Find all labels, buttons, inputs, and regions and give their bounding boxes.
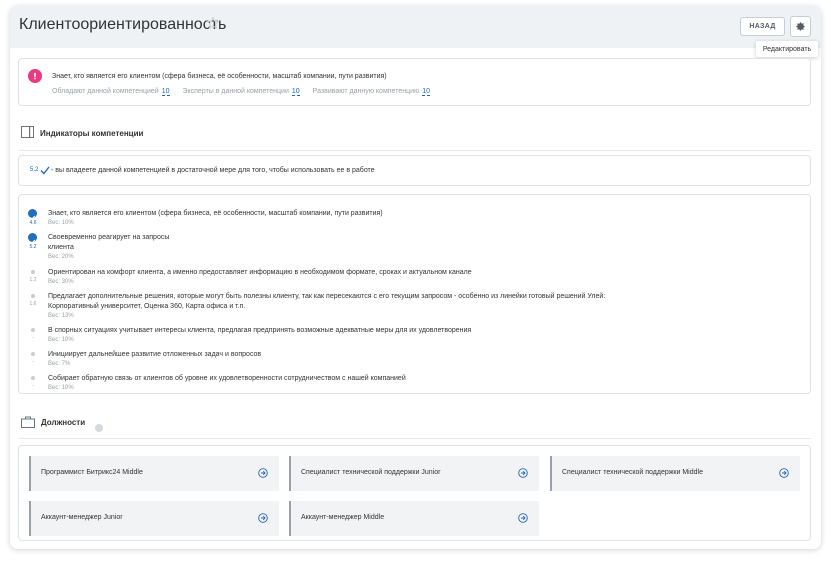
stat-label: Обладают данной компетенцией <box>52 88 159 95</box>
arrow-right-circle-icon[interactable] <box>779 468 789 478</box>
indicator-score: 1.2 <box>29 277 37 283</box>
position-card[interactable]: Специалист технической поддержки Middle <box>550 456 800 491</box>
indicator-text: Предлагает дополнительные решения, котор… <box>48 293 606 310</box>
competence-title: Знает, кто является его клиентом (сфера … <box>52 73 387 80</box>
bullet-icon <box>31 270 35 274</box>
competence-stats: Обладают данной компетенцией 10 Эксперты … <box>52 88 441 96</box>
level-summary: 5.2 - вы владеете данной компетенцией в … <box>18 155 811 186</box>
position-label: Аккаунт-менеджер Middle <box>301 514 385 521</box>
position-card[interactable]: Программист Битрикс24 Middle <box>29 456 279 491</box>
divider <box>19 150 811 151</box>
indicator-text: Инициирует дальнейшее развитие отложенны… <box>48 351 262 358</box>
settings-button[interactable] <box>790 16 811 37</box>
page-title: Клиентоориентированность <box>19 16 227 33</box>
indicator-weight: Вес: 10% <box>48 220 74 226</box>
level-value: 5.2 <box>30 167 39 173</box>
arrow-right-circle-icon[interactable] <box>518 468 528 478</box>
divider <box>19 438 811 439</box>
stat-experts: Эксперты в данной компетенции 10 <box>182 88 300 96</box>
arrow-right-circle-icon[interactable] <box>258 513 268 523</box>
position-card[interactable]: Аккаунт-менеджер Middle <box>289 501 539 536</box>
page-header: Клиентоориентированность НАЗАД <box>10 6 821 48</box>
indicator-weight: Вес: 10% <box>48 385 74 391</box>
arrow-right-circle-icon[interactable] <box>258 468 268 478</box>
star-icon[interactable] <box>206 16 220 30</box>
edit-tooltip: Редактировать <box>756 41 818 57</box>
book-icon <box>21 126 34 138</box>
indicator-score: - <box>32 383 34 389</box>
indicator-text: Знает, кто является его клиентом (сфера … <box>48 210 383 217</box>
position-label: Специалист технической поддержки Middle <box>562 469 703 476</box>
indicators-heading: Индикаторы компетенции <box>40 129 144 138</box>
competence-badge-icon <box>28 69 42 83</box>
exclamation-icon <box>34 72 36 80</box>
position-label: Программист Битрикс24 Middle <box>41 469 143 476</box>
bullet-icon <box>31 376 35 380</box>
indicator-weight: Вес: 30% <box>48 279 74 285</box>
indicator-weight: Вес: 7% <box>48 361 71 367</box>
positions-grid: Программист Битрикс24 Middle Специалист … <box>18 445 811 541</box>
indicator-score: - <box>32 359 34 365</box>
positions-heading: Должности <box>41 418 86 427</box>
competence-card: Клиентоориентированность НАЗАД Редактиро… <box>10 6 821 549</box>
arrow-right-circle-icon[interactable] <box>518 513 528 523</box>
indicator-weight: Вес: 13% <box>48 313 74 319</box>
gear-icon <box>796 22 805 31</box>
check-circle-icon <box>28 233 37 244</box>
indicator-score: 5.2 <box>29 244 37 250</box>
stat-developing: Развивают данную компетенцию 10 <box>312 88 431 96</box>
indicator-text: Ориентирован на комфорт клиента, а именн… <box>48 269 472 276</box>
bullet-icon <box>31 294 35 298</box>
stat-owners: Обладают данной компетенцией 10 <box>52 88 170 96</box>
indicator-text: В спорных ситуациях учитывает интересы к… <box>48 327 472 334</box>
position-label: Аккаунт-менеджер Junior <box>41 514 123 521</box>
indicator-score: - <box>32 335 34 341</box>
stat-developing-value[interactable]: 10 <box>422 88 431 96</box>
help-icon[interactable] <box>95 424 103 432</box>
stat-owners-value[interactable]: 10 <box>161 88 170 96</box>
bullet-icon <box>31 352 35 356</box>
stat-label: Эксперты в данной компетенции <box>182 88 289 95</box>
position-label: Специалист технической поддержки Junior <box>301 469 441 476</box>
competence-summary: Знает, кто является его клиентом (сфера … <box>18 58 811 106</box>
indicator-weight: Вес: 10% <box>48 337 74 343</box>
indicator-text: Собирает обратную связь от клиентов об у… <box>48 375 406 382</box>
check-icon <box>40 166 50 175</box>
level-description: - вы владеете данной компетенцией в дост… <box>51 167 375 174</box>
back-button[interactable]: НАЗАД <box>740 17 785 36</box>
indicators-list: 4.6 Знает, кто является его клиентом (сф… <box>18 194 811 394</box>
position-card[interactable]: Аккаунт-менеджер Junior <box>29 501 279 536</box>
briefcase-icon <box>21 416 35 428</box>
indicator-score: 4.6 <box>29 220 37 226</box>
indicator-weight: Вес: 20% <box>48 254 74 260</box>
stat-label: Развивают данную компетенцию <box>312 88 420 95</box>
indicator-text: Своевременно реагирует на запросы клиент… <box>48 234 170 251</box>
indicator-score: 1.6 <box>29 301 37 307</box>
stat-experts-value[interactable]: 10 <box>291 88 300 96</box>
bullet-icon <box>31 328 35 332</box>
position-card[interactable]: Специалист технической поддержки Junior <box>289 456 539 491</box>
check-circle-icon <box>28 209 37 220</box>
